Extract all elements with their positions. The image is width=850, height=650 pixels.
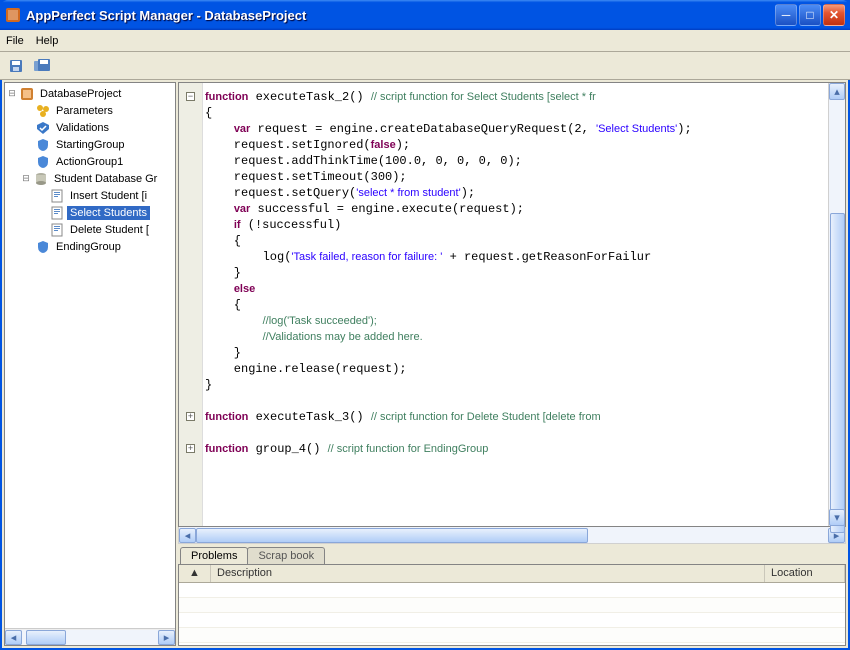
close-button[interactable]: ✕ <box>823 4 845 26</box>
editor-gutter: − + + <box>179 83 203 526</box>
app-icon <box>5 7 21 23</box>
editor-hscrollbar[interactable]: ◂ ▸ <box>178 527 846 544</box>
maximize-button[interactable]: □ <box>799 4 821 26</box>
sql-file-icon <box>49 188 65 204</box>
scroll-down-icon[interactable]: ▾ <box>829 509 845 526</box>
tab-problems[interactable]: Problems <box>180 547 248 564</box>
scroll-left-icon[interactable]: ◂ <box>5 630 22 645</box>
tree-insert-student[interactable]: Insert Student [i <box>5 187 175 204</box>
table-row[interactable] <box>179 598 845 613</box>
scroll-right-icon[interactable]: ▸ <box>158 630 175 645</box>
toolbar <box>0 52 850 80</box>
minimize-button[interactable]: ─ <box>775 4 797 26</box>
scroll-thumb[interactable] <box>196 528 588 543</box>
problems-col-location[interactable]: Location <box>765 565 845 582</box>
problems-rows <box>179 583 845 643</box>
project-tree[interactable]: ⊟ DatabaseProject Parameters Validations… <box>5 83 175 628</box>
shield-icon <box>35 239 51 255</box>
database-group-icon <box>33 171 49 187</box>
collapse-icon[interactable]: ⊟ <box>21 173 31 184</box>
fold-toggle-icon[interactable]: + <box>186 412 195 421</box>
collapse-icon[interactable]: ⊟ <box>7 88 17 99</box>
tree-hscrollbar[interactable]: ◂ ▸ <box>5 628 175 645</box>
problems-col-description[interactable]: Description <box>211 565 765 582</box>
table-row[interactable] <box>179 613 845 628</box>
tree-ending-group[interactable]: EndingGroup <box>5 238 175 255</box>
window-titlebar[interactable]: AppPerfect Script Manager - DatabaseProj… <box>0 0 850 30</box>
tab-scrap-book[interactable]: Scrap book <box>247 547 325 564</box>
scroll-thumb[interactable] <box>26 630 66 645</box>
problems-panel: ▲ Description Location <box>178 564 846 646</box>
menu-bar: File Help <box>0 30 850 52</box>
save-button[interactable] <box>6 56 26 76</box>
bottom-tabs: Problems Scrap book <box>178 544 846 564</box>
project-icon <box>19 86 35 102</box>
problems-col-sort[interactable]: ▲ <box>179 565 211 582</box>
code-content[interactable]: function executeTask_2() // script funct… <box>203 83 828 463</box>
table-row[interactable] <box>179 628 845 643</box>
table-row[interactable] <box>179 583 845 598</box>
tree-student-db-group[interactable]: ⊟ Student Database Gr <box>5 170 175 187</box>
scroll-thumb[interactable] <box>830 213 845 533</box>
project-tree-panel: ⊟ DatabaseProject Parameters Validations… <box>4 82 176 646</box>
sql-file-icon <box>49 222 65 238</box>
window-title: AppPerfect Script Manager - DatabaseProj… <box>26 8 775 23</box>
parameters-icon <box>35 103 51 119</box>
validations-icon <box>35 120 51 136</box>
fold-toggle-icon[interactable]: + <box>186 444 195 453</box>
tree-validations[interactable]: Validations <box>5 119 175 136</box>
scroll-up-icon[interactable]: ▴ <box>829 83 845 100</box>
fold-toggle-icon[interactable]: − <box>186 92 195 101</box>
menu-help[interactable]: Help <box>36 35 59 47</box>
tree-starting-group[interactable]: StartingGroup <box>5 136 175 153</box>
tree-select-students[interactable]: Select Students <box>5 204 175 221</box>
tree-root[interactable]: ⊟ DatabaseProject <box>5 85 175 102</box>
scroll-left-icon[interactable]: ◂ <box>179 528 196 543</box>
tree-parameters[interactable]: Parameters <box>5 102 175 119</box>
sql-file-icon <box>49 205 65 221</box>
save-all-button[interactable] <box>32 56 52 76</box>
shield-icon <box>35 137 51 153</box>
shield-icon <box>35 154 51 170</box>
editor-vscrollbar[interactable]: ▴ ▾ <box>828 83 845 526</box>
menu-file[interactable]: File <box>6 35 24 47</box>
problems-header: ▲ Description Location <box>179 565 845 583</box>
tree-action-group1[interactable]: ActionGroup1 <box>5 153 175 170</box>
code-editor[interactable]: − + + function executeTask_2() // script… <box>178 82 846 527</box>
tree-delete-student[interactable]: Delete Student [ <box>5 221 175 238</box>
